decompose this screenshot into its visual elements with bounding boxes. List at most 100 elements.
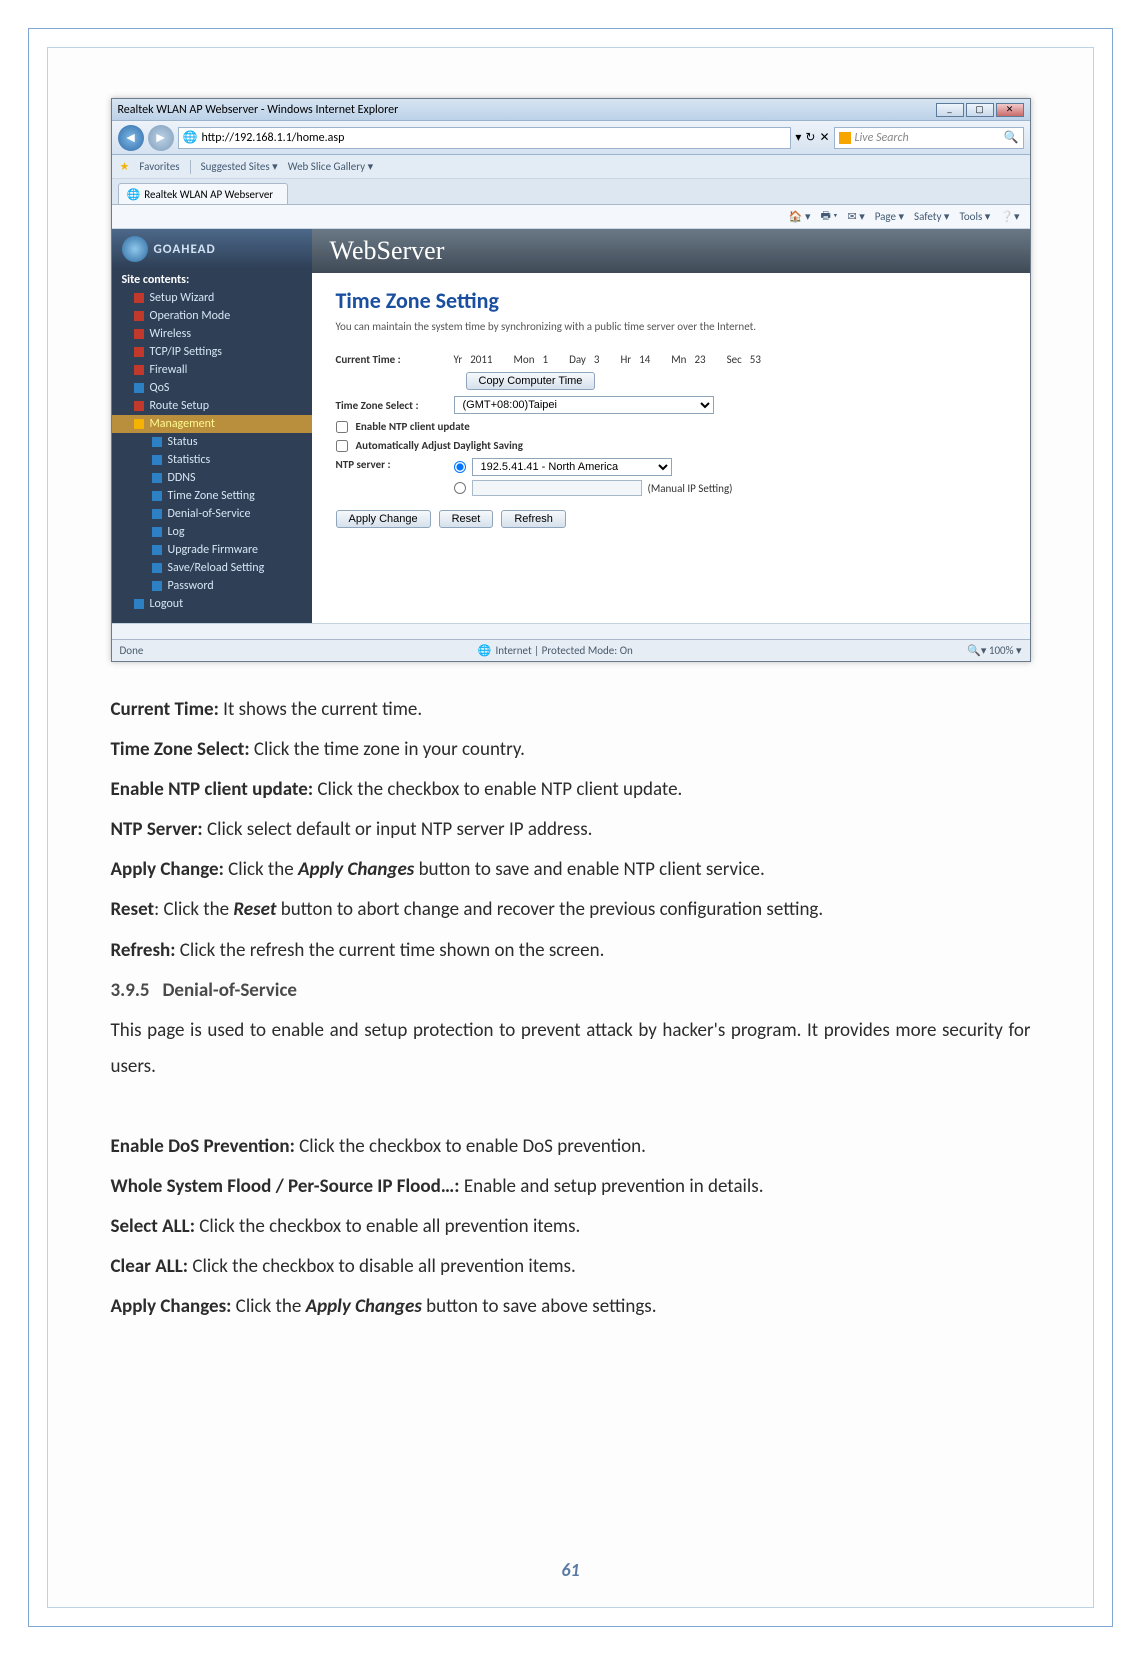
nav-label: Setup Wizard [150, 291, 215, 305]
nav-label: Wireless [150, 327, 192, 341]
nav-status[interactable]: Status [112, 433, 312, 451]
nav-dos[interactable]: Denial-of-Service [112, 505, 312, 523]
minimize-button[interactable]: _ [936, 103, 964, 117]
zoom-icon[interactable]: 🔍▾ [967, 644, 986, 657]
nav-label: Status [168, 435, 198, 449]
nav-wireless[interactable]: Wireless [112, 325, 312, 343]
internet-zone-icon: 🌐 [478, 644, 492, 657]
status-zone: Internet | Protected Mode: On [495, 644, 632, 657]
fav-link-suggested[interactable]: Suggested Sites ▾ [201, 160, 278, 173]
page-icon [152, 473, 162, 483]
search-box[interactable]: Live Search 🔍 [834, 127, 1024, 149]
copy-computer-time-button[interactable]: Copy Computer Time [466, 372, 596, 390]
ntp-default-select[interactable]: 192.5.41.41 - North America [472, 458, 672, 476]
section-title: Denial-of-Service [162, 979, 297, 1002]
sec-value: 53 [750, 353, 761, 366]
nav-password[interactable]: Password [112, 577, 312, 595]
page-icon [134, 599, 144, 609]
nav-firewall[interactable]: Firewall [112, 361, 312, 379]
nav-upgrade-fw[interactable]: Upgrade Firmware [112, 541, 312, 559]
folder-open-icon [134, 419, 144, 429]
tab-favicon: 🌐 [127, 188, 141, 201]
dst-checkbox[interactable] [336, 440, 348, 452]
search-icon[interactable]: 🔍 [1004, 130, 1019, 145]
desc-current-time: It shows the current time. [219, 698, 422, 721]
term-ntp-server: NTP Server: [111, 818, 203, 841]
ntp-enable-checkbox[interactable] [336, 421, 348, 433]
ntp-server-label: NTP server : [336, 458, 446, 471]
forward-button[interactable]: ► [148, 125, 174, 151]
goahead-logo: GOAHEAD [112, 229, 312, 269]
nav-ddns[interactable]: DDNS [112, 469, 312, 487]
page-icon [152, 527, 162, 537]
read-mail-icon[interactable]: ✉ ▾ [847, 210, 864, 223]
fav-link-webslice[interactable]: Web Slice Gallery ▾ [288, 160, 373, 173]
address-bar[interactable]: 🌐 http://192.168.1.1/home.asp [178, 127, 792, 149]
sec-label: Sec [727, 353, 742, 366]
apply-change-button[interactable]: Apply Change [336, 510, 431, 528]
favorites-bar: ★ Favorites Suggested Sites ▾ Web Slice … [112, 155, 1030, 179]
nav-qos[interactable]: QoS [112, 379, 312, 397]
text: : Click the [154, 898, 233, 921]
zoom-value: 100% [989, 644, 1014, 657]
favorites-star-icon[interactable]: ★ [120, 160, 130, 173]
page-icon: 🌐 [183, 130, 198, 145]
maximize-button[interactable]: ▢ [966, 103, 994, 117]
page-description: You can maintain the system time by sync… [336, 320, 836, 333]
page-icon [152, 491, 162, 501]
term-select-all: Select ALL: [111, 1215, 195, 1238]
nav-save-reload[interactable]: Save/Reload Setting [112, 559, 312, 577]
stop-icon[interactable]: ✕ [819, 130, 829, 145]
nav-label: Management [150, 417, 215, 431]
bing-icon [839, 132, 851, 144]
folder-icon [134, 383, 144, 393]
close-button[interactable]: ✕ [996, 103, 1024, 117]
nav-setup-wizard[interactable]: Setup Wizard [112, 289, 312, 307]
nav-time-zone[interactable]: Time Zone Setting [112, 487, 312, 505]
page-icon [152, 581, 162, 591]
ntp-manual-radio[interactable] [454, 482, 466, 494]
tz-select[interactable]: (GMT+08:00)Taipei [454, 396, 714, 414]
feeds-icon[interactable]: 🖶 ▾ [821, 207, 838, 226]
nav-management[interactable]: Management [112, 415, 312, 433]
favorites-label[interactable]: Favorites [139, 160, 179, 173]
nav-label: QoS [150, 381, 170, 395]
nav-label: Upgrade Firmware [168, 543, 258, 557]
ntp-manual-input[interactable] [472, 480, 642, 496]
nav-tcpip[interactable]: TCP/IP Settings [112, 343, 312, 361]
tools-menu[interactable]: Tools ▾ [959, 210, 990, 223]
day-label: Day [569, 353, 586, 366]
dst-label: Automatically Adjust Daylight Saving [356, 439, 523, 452]
horizontal-scrollbar[interactable] [112, 623, 1030, 639]
desc-refresh: Click the refresh the current time shown… [175, 939, 604, 962]
page-content: GOAHEAD Site contents: Setup Wizard Oper… [112, 229, 1030, 623]
nav-log[interactable]: Log [112, 523, 312, 541]
nav-route-setup[interactable]: Route Setup [112, 397, 312, 415]
nav-root: Site contents: [112, 269, 312, 289]
browser-tab[interactable]: 🌐 Realtek WLAN AP Webserver [118, 183, 289, 204]
term-tz-select: Time Zone Select: [111, 738, 250, 761]
home-icon[interactable]: 🏠 ▾ [789, 210, 811, 223]
nav-operation-mode[interactable]: Operation Mode [112, 307, 312, 325]
folder-icon [134, 311, 144, 321]
nav-statistics[interactable]: Statistics [112, 451, 312, 469]
reset-button[interactable]: Reset [439, 510, 494, 528]
term-refresh: Refresh: [111, 939, 176, 962]
apply-changes-emph2: Apply Changes [306, 1295, 422, 1318]
safety-menu[interactable]: Safety ▾ [914, 210, 949, 223]
back-button[interactable]: ◄ [118, 125, 144, 151]
hr-value: 14 [639, 353, 650, 366]
help-icon[interactable]: ❔▾ [1000, 210, 1019, 223]
brand-text: GOAHEAD [154, 242, 216, 257]
page-menu[interactable]: Page ▾ [875, 210, 904, 223]
dropdown-icon[interactable]: ▾ [795, 130, 801, 145]
ntp-default-radio[interactable] [454, 461, 466, 473]
page-number: 61 [48, 1559, 1093, 1581]
mon-label: Mon [514, 353, 535, 366]
status-done: Done [120, 644, 144, 657]
nav-logout[interactable]: Logout [112, 595, 312, 613]
folder-icon [134, 329, 144, 339]
desc-tz-select: Click the time zone in your country. [250, 738, 525, 761]
refresh-icon[interactable]: ↻ [805, 130, 815, 145]
refresh-button[interactable]: Refresh [501, 510, 566, 528]
